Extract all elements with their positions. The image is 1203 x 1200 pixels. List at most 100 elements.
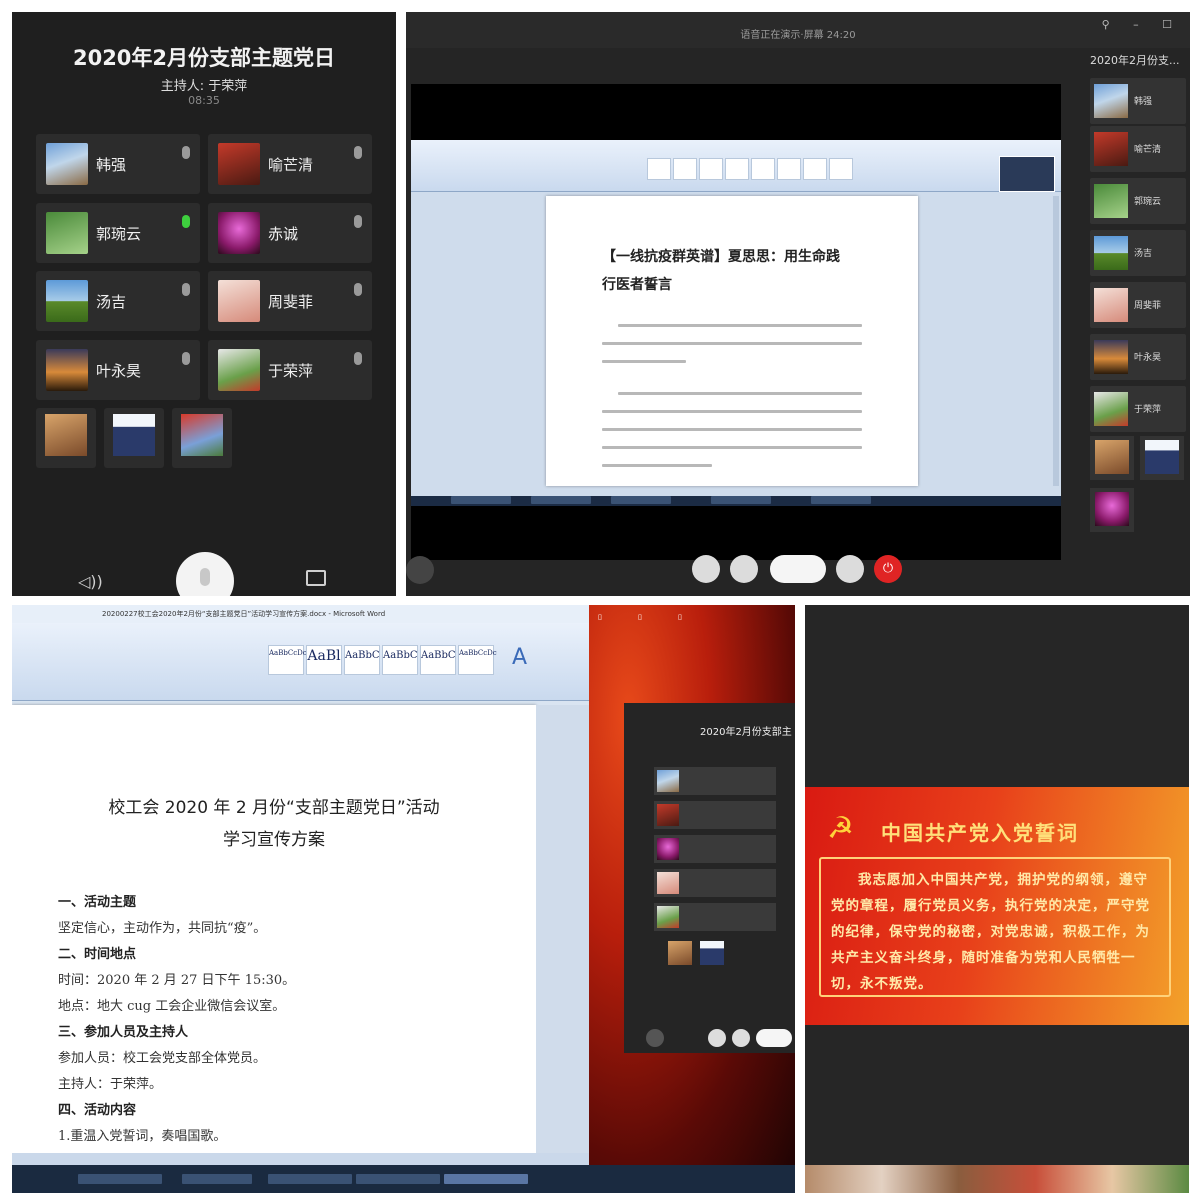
participant-avatar-tile[interactable]: [104, 408, 164, 468]
file-icon[interactable]: [732, 1029, 750, 1047]
mini-participant[interactable]: [654, 767, 776, 795]
speaker-icon[interactable]: ◁)): [78, 572, 103, 591]
microphone-button[interactable]: [176, 552, 234, 596]
sidebar-avatar-tile[interactable]: [1140, 436, 1184, 480]
participant-name: 韩强: [96, 156, 127, 174]
participant-card[interactable]: 郭琬云: [36, 203, 200, 263]
desktop-icon[interactable]: ▯: [638, 613, 642, 621]
word-window-title: 20200227校工会2020年2月份“支部主题党日”活动学习宣传方案.docx…: [102, 610, 386, 618]
mobile-meeting-panel: 2020年2月份支部主题党日 主持人: 于荣萍 08:35 韩强 喻芒清 郭琬云…: [12, 12, 396, 596]
mic-muted-icon: [182, 283, 190, 296]
participant-name: 汤吉: [1134, 249, 1153, 259]
avatar: [46, 143, 88, 185]
participant-name: 汤吉: [96, 293, 127, 311]
avatar: [218, 143, 260, 185]
document-line: 坚定信心，主动作为，共同抗“疫”。: [58, 921, 267, 936]
style-sample[interactable]: AaBl: [306, 645, 342, 675]
avatar: [1095, 440, 1129, 474]
participant-name: 于荣萍: [268, 362, 314, 380]
participant-name: 韩强: [1134, 97, 1153, 107]
mini-participant[interactable]: [654, 801, 776, 829]
window-titlebar: 语音正在演示·屏幕 24:20 ⚲ – ☐: [406, 12, 1190, 48]
participant-avatar-tile[interactable]: [172, 408, 232, 468]
mic-muted-icon: [354, 146, 362, 159]
avatar: [46, 212, 88, 254]
sidebar-participant[interactable]: 周斐菲: [1090, 282, 1186, 328]
participant-card[interactable]: 叶永昊: [36, 340, 200, 400]
document-heading: 三、参加人员及主持人: [58, 1025, 189, 1040]
mic-muted-icon: [354, 215, 362, 228]
document-page: 校工会 2020 年 2 月份“支部主题党日”活动 学习宣传方案 一、活动主题 …: [12, 705, 536, 1163]
document-line: 1.重温入党誓词，奏唱国歌。: [58, 1129, 227, 1144]
mini-participant[interactable]: [654, 835, 776, 863]
document-line: 参加人员：校工会党支部全体党员。: [58, 1051, 267, 1066]
avatar: [218, 349, 260, 391]
desktop-icon[interactable]: ▯: [598, 613, 602, 621]
speaker-icon[interactable]: [836, 555, 864, 583]
microphone-button[interactable]: [756, 1029, 792, 1047]
vertical-scrollbar[interactable]: [536, 705, 589, 1163]
document-subtitle: 学习宣传方案: [223, 830, 325, 850]
avatar: [1094, 392, 1128, 426]
microphone-button[interactable]: [770, 555, 826, 583]
window-controls[interactable]: ⚲ – ☐: [1102, 18, 1182, 31]
avatar: [1094, 184, 1128, 218]
screen-share-icon[interactable]: [708, 1029, 726, 1047]
style-sample[interactable]: AaBbCcDc: [458, 645, 497, 675]
participant-card[interactable]: 喻芒清: [208, 134, 372, 194]
mini-participant[interactable]: [654, 869, 776, 897]
sidebar-avatar-tile[interactable]: [1090, 436, 1134, 480]
document-title: 校工会 2020 年 2 月份“支部主题党日”活动: [108, 798, 440, 818]
word-document-panel: ▯ ▯ ▯ 20200227校工会2020年2月份“支部主题党日”活动学习宣传方…: [12, 605, 795, 1193]
avatar: [1094, 132, 1128, 166]
avatar: [218, 280, 260, 322]
avatar: [45, 414, 87, 456]
avatar: [1094, 236, 1128, 270]
sidebar-avatar-tile[interactable]: [1090, 488, 1134, 532]
sidebar-participant[interactable]: 叶永昊: [1090, 334, 1186, 380]
style-sample[interactable]: AaBbCcDc: [268, 645, 307, 675]
participant-card[interactable]: 于荣萍: [208, 340, 372, 400]
end-call-button[interactable]: ⏻: [874, 555, 902, 583]
avatar: [1094, 84, 1128, 118]
style-sample[interactable]: AaBbC: [420, 645, 456, 675]
mini-participant[interactable]: [654, 903, 776, 931]
participant-card[interactable]: 汤吉: [36, 271, 200, 331]
participant-video-strip: [805, 1165, 1189, 1193]
party-emblem-icon: ☭: [827, 811, 854, 846]
share-folder-icon[interactable]: [306, 570, 326, 586]
pledge-panel: ☭ 中国共产党入党誓词 我志愿加入中国共产党，拥护党的纲领，遵守党的章程，履行党…: [805, 605, 1189, 1193]
sidebar-participant[interactable]: 韩强: [1090, 78, 1186, 124]
screen-share-icon[interactable]: [692, 555, 720, 583]
desktop-icon[interactable]: ▯: [678, 613, 682, 621]
document-heading: 四、活动内容: [58, 1103, 137, 1118]
style-sample[interactable]: AaBbC: [382, 645, 418, 675]
desktop-meeting-panel: 语音正在演示·屏幕 24:20 ⚲ – ☐ 2020年2月份支... 【一线抗疫…: [406, 12, 1190, 596]
shared-word-window: 【一线抗疫群英谱】夏思思：用生命践 行医者誓言: [411, 140, 1061, 496]
participant-name: 叶永昊: [1134, 353, 1162, 363]
participant-card[interactable]: 赤诚: [208, 203, 372, 263]
members-icon[interactable]: [406, 556, 434, 584]
avatar: [113, 414, 155, 456]
meeting-timer: 08:35: [188, 94, 220, 107]
shared-doc-headline-2: 行医者誓言: [602, 277, 672, 293]
sidebar-meeting-title: 2020年2月份支...: [1090, 54, 1180, 67]
participant-card[interactable]: 韩强: [36, 134, 200, 194]
members-icon[interactable]: [646, 1029, 664, 1047]
pledge-heading: 中国共产党入党誓词: [881, 821, 1079, 845]
sidebar-participant[interactable]: 郭琬云: [1090, 178, 1186, 224]
sidebar-participant[interactable]: 喻芒清: [1090, 126, 1186, 172]
avatar: [181, 414, 223, 456]
file-icon[interactable]: [730, 555, 758, 583]
participant-card[interactable]: 周斐菲: [208, 271, 372, 331]
document-line: 时间：2020 年 2 月 27 日下午 15:30。: [58, 973, 296, 988]
avatar: [668, 941, 692, 965]
sidebar-participant[interactable]: 于荣萍: [1090, 386, 1186, 432]
sidebar-participant[interactable]: 汤吉: [1090, 230, 1186, 276]
participant-avatar-tile[interactable]: [36, 408, 96, 468]
word-ribbon: [411, 140, 1061, 192]
style-sample[interactable]: AaBbC: [344, 645, 380, 675]
pledge-banner: ☭ 中国共产党入党誓词 我志愿加入中国共产党，拥护党的纲领，遵守党的章程，履行党…: [805, 787, 1189, 1025]
change-styles-icon[interactable]: A: [512, 645, 527, 670]
mic-muted-icon: [354, 352, 362, 365]
